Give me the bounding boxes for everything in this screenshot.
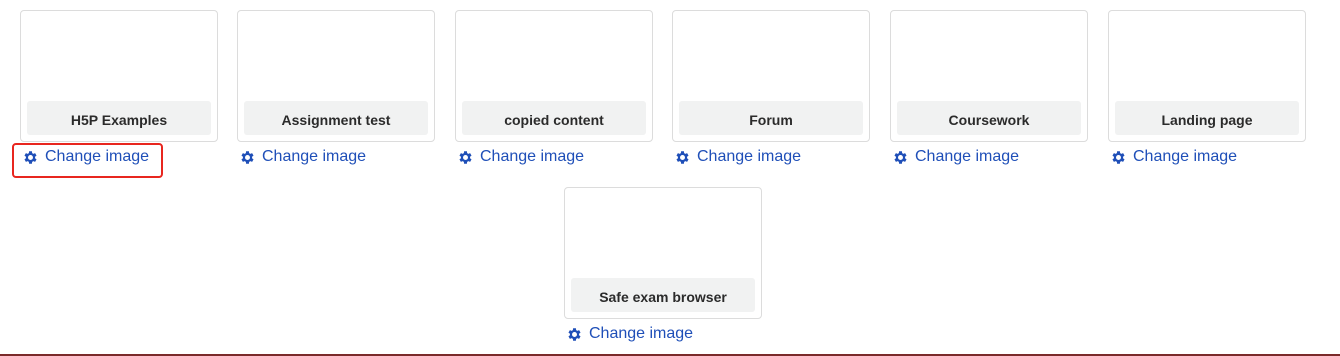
change-image-label: Change image (262, 148, 367, 165)
change-image-link[interactable]: Change image (566, 325, 693, 343)
tile-title: H5P Examples (27, 101, 211, 135)
gear-icon (568, 327, 581, 341)
section-tile: Landing page Change image (1108, 10, 1308, 171)
change-image-label: Change image (45, 148, 150, 165)
tile-title: Assignment test (244, 101, 428, 135)
change-image-label: Change image (480, 148, 585, 165)
gear-icon (241, 150, 254, 164)
tile-title: copied content (462, 101, 646, 135)
tile-card[interactable]: Assignment test (237, 10, 435, 142)
section-tile: Forum Change image (672, 10, 872, 171)
gear-icon (24, 150, 37, 164)
section-tile: copied content Change image (455, 10, 655, 171)
tile-card[interactable]: Landing page (1108, 10, 1306, 142)
change-image-label: Change image (697, 148, 802, 165)
gear-icon (1112, 150, 1125, 164)
tile-title: Landing page (1115, 101, 1299, 135)
change-image-link[interactable]: Change image (674, 148, 801, 166)
section-tile: Assignment test Change image (237, 10, 437, 171)
section-tiles-page: H5P Examples Change image Assignment tes… (0, 0, 1340, 356)
change-image-label: Change image (589, 325, 694, 342)
change-image-link[interactable]: Change image (1110, 148, 1237, 166)
gear-icon (894, 150, 907, 164)
tile-card[interactable]: copied content (455, 10, 653, 142)
section-tile: Safe exam browser Change image (564, 187, 764, 348)
change-image-link[interactable]: Change image (892, 148, 1019, 166)
tile-title: Coursework (897, 101, 1081, 135)
section-tile: H5P Examples Change image (20, 10, 220, 171)
change-image-link[interactable]: Change image (457, 148, 584, 166)
change-image-link[interactable]: Change image (22, 148, 149, 166)
tile-card[interactable]: H5P Examples (20, 10, 218, 142)
tile-title: Safe exam browser (571, 278, 755, 312)
tile-card[interactable]: Forum (672, 10, 870, 142)
tile-card[interactable]: Coursework (890, 10, 1088, 142)
change-image-label: Change image (915, 148, 1020, 165)
gear-icon (459, 150, 472, 164)
section-tile: Coursework Change image (890, 10, 1090, 171)
gear-icon (676, 150, 689, 164)
tile-title: Forum (679, 101, 863, 135)
change-image-label: Change image (1133, 148, 1238, 165)
tile-card[interactable]: Safe exam browser (564, 187, 762, 319)
change-image-link[interactable]: Change image (239, 148, 366, 166)
